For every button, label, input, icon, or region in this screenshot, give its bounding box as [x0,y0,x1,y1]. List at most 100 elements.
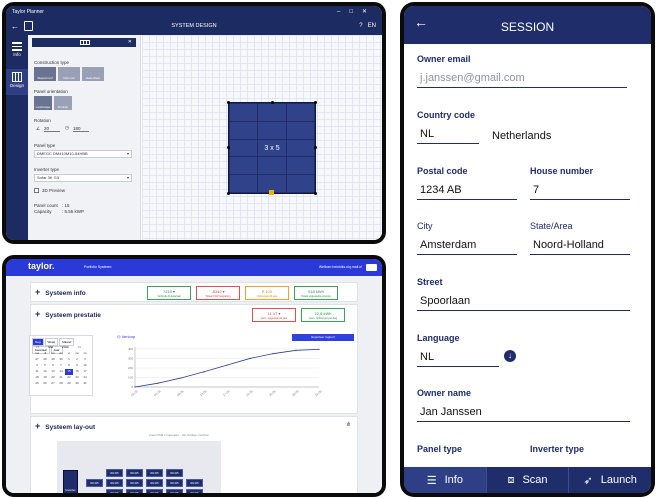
layout-panel[interactable]: 000 Wh [126,489,143,493]
prev-month-button[interactable]: << [36,345,40,349]
layout-panel[interactable]: 000 Wh [106,469,123,477]
language-select[interactable]: NL [417,351,499,367]
system-layout-header[interactable]: + Systeem lay-out [35,421,95,431]
city-field: City Amsterdam [417,221,517,255]
layout-panel[interactable]: 000 Wh [106,479,123,487]
kpi-tile: 22,8 kWh Gem. opbrengst per dag [301,308,345,322]
nav-item-design[interactable]: Design [6,69,28,95]
calendar-day[interactable]: 26 [41,381,49,387]
resize-handle[interactable] [227,146,230,149]
scan-button[interactable]: ⧈ Scan [485,467,569,493]
layout-panel[interactable]: 000 Wh [126,469,143,477]
info-button[interactable]: ☰ Info [404,467,486,493]
help-icon[interactable]: ? [359,23,362,29]
resize-handle[interactable] [271,101,274,104]
panel-count-label: Panel count [34,203,58,208]
calendar-grid: ma di wo do vr za zo 27 28 29 30 1 2 3 4 5 6 7 8 9 10 11 12 13 1… [33,351,89,387]
state-input[interactable]: Noord-Holland [530,239,630,255]
chart-title-text: Verloop [121,334,136,339]
construction-option[interactable]: East-West [82,67,104,81]
data-point [180,377,182,379]
minimize-icon[interactable]: – [337,9,349,15]
chevron-down-icon[interactable]: ↓ [504,350,516,362]
street-input[interactable]: Spoorlaan [417,295,630,311]
system-performance-header[interactable]: + Systeem prestatie [35,309,101,319]
layout-panel[interactable]: 000 Wh [86,479,103,487]
data-point [295,349,297,351]
y-tick-label: 400 [128,347,133,351]
year-select[interactable]: 2020 [62,345,69,349]
expand-icon[interactable]: + [35,287,40,297]
house-number-input[interactable]: 7 [530,184,630,200]
layout-panel[interactable]: 000 Wh [166,479,183,487]
taylor-logo[interactable]: taylor. [28,261,55,271]
orientation-option[interactable]: Portrait [54,96,72,110]
nav-item-info[interactable]: Info [6,39,28,65]
x-tick-label: 21-05 [245,389,254,397]
construction-option[interactable]: Flat roof [58,67,80,81]
close-icon[interactable]: ✕ [362,9,376,15]
window-controls[interactable]: –□✕ [337,6,376,18]
country-code-input[interactable]: NL [417,128,479,144]
layout-panel[interactable]: 000 Wh [186,489,203,493]
resize-handle[interactable] [227,192,230,195]
inverter-type-select[interactable]: Sofar 3K G3 ▾ [34,174,132,182]
calendar-day[interactable]: 31 [81,381,89,387]
owner-name-input[interactable]: Jan Janssen [417,406,630,422]
expand-icon[interactable]: + [35,309,40,319]
export-report-button[interactable]: Exporteer rapport [292,334,354,341]
user-greeting[interactable]: Welkom heinhiks.uiq.mail.nl [319,265,362,269]
language-flag-icon[interactable] [366,264,377,271]
mobile-device-frame: ← SESSION Owner email j.janssen@gmail.co… [400,2,655,497]
launch-button[interactable]: ➶ Launch [568,467,651,493]
month-select[interactable]: Mei [48,345,53,349]
city-input[interactable]: Amsterdam [417,239,517,255]
data-point [157,382,159,384]
resize-handle[interactable] [227,101,230,104]
preview-checkbox[interactable] [34,188,39,193]
language-switch[interactable]: EN [368,23,376,29]
date-picker[interactable]: Dag Week MaandKwartaal Jaar << Mei 2020 >> … [29,335,93,396]
postal-code-input[interactable]: 1234 AB [417,184,517,200]
layout-panel[interactable]: 000 Wh [166,489,183,493]
resize-handle[interactable] [314,101,317,104]
construction-option[interactable]: Sloped roof [34,67,56,81]
tree-icon[interactable]: ⋔ [346,421,351,428]
rotate-handle[interactable] [269,190,274,195]
rocket-icon: ➶ [583,474,593,487]
layout-panel[interactable]: 000 Wh [146,479,163,487]
calendar-day[interactable]: 30 [73,381,81,387]
layout-panel[interactable]: 000 Wh [126,479,143,487]
kpi-value: 7219 ▾ [162,289,176,294]
calendar-day[interactable]: 25 [33,381,41,387]
kpi-value: 918 kWh [308,289,324,294]
calendar-day[interactable]: 27 [49,381,57,387]
calendar-day[interactable]: 29 [65,381,73,387]
next-month-button[interactable]: >> [78,345,82,349]
portal-nav[interactable]: Portfolio Systeem [84,265,111,269]
nav-item-label: Design [9,83,24,88]
layout-panel[interactable]: 000 Wh [166,469,183,477]
close-icon[interactable]: ✕ [128,39,132,45]
layout-panel[interactable]: 000 Wh [146,489,163,493]
layout-panel[interactable]: 000 Wh [106,489,123,493]
system-info-header[interactable]: + Systeem info [35,287,86,297]
tilt-input[interactable]: 20 [44,126,60,132]
chart-title: ◷ Verloop [117,334,136,339]
resize-handle[interactable] [314,146,317,149]
orientation-option[interactable]: Landscape [34,96,52,110]
calendar-day[interactable]: 28 [57,381,65,387]
inverter-block[interactable]: Inverter [63,470,78,493]
language-field: Language NL [417,333,499,367]
field-label: Country code [417,110,476,120]
owner-email-input[interactable]: j.janssen@gmail.com [417,72,627,88]
panel-type-select[interactable]: DMEGC DM410M10-54HBB ▾ [34,150,132,158]
maximize-icon[interactable]: □ [349,9,362,15]
x-tick-label: 25-05 [268,389,277,397]
azimuth-input[interactable]: 180 [73,126,89,132]
layout-panel[interactable]: 000 Wh [146,469,163,477]
design-canvas[interactable]: 3 x 5 [142,35,382,240]
layout-panel[interactable]: 000 Wh [186,479,203,487]
resize-handle[interactable] [314,192,317,195]
expand-icon[interactable]: + [35,421,40,431]
